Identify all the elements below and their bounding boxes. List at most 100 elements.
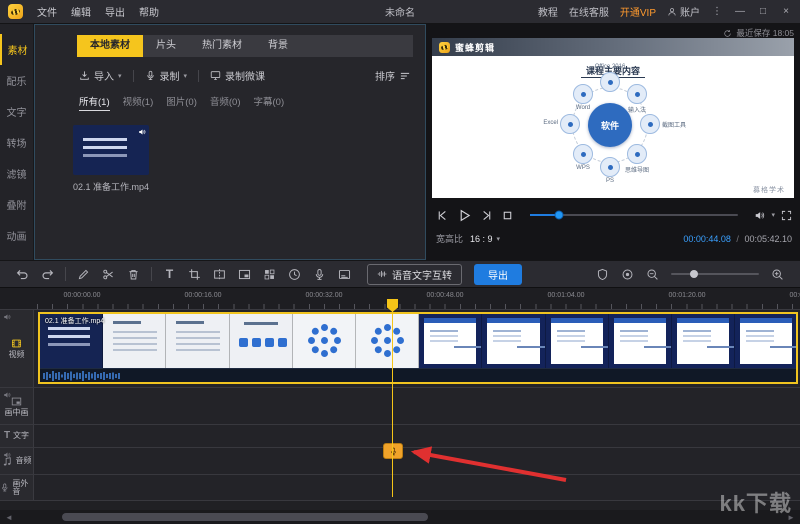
sidebar-item-text[interactable]: 文字 [0, 96, 33, 127]
cut-button[interactable] [96, 263, 121, 285]
record-button[interactable]: 录制 ▾ [145, 68, 188, 83]
sidebar-item-music[interactable]: 配乐 [0, 65, 33, 96]
voice-text-label: 语音文字互转 [392, 267, 452, 282]
material-tabs: 本地素材 片头 热门素材 背景 [77, 35, 413, 57]
timeline-zoom-slider[interactable] [671, 273, 759, 275]
filter-video[interactable]: 视频(1) [123, 94, 154, 111]
menu-edit[interactable]: 编辑 [71, 4, 91, 19]
mosaic-button[interactable] [257, 263, 282, 285]
track-text-header[interactable]: T文字 [0, 425, 34, 447]
zoom-slider-knob[interactable] [690, 270, 698, 278]
subtitle-button[interactable] [332, 263, 357, 285]
sidebar-item-material[interactable]: 素材 [0, 34, 33, 65]
zoom-in-button[interactable] [765, 263, 790, 285]
sidebar-item-filter[interactable]: 滤镜 [0, 158, 33, 189]
previous-frame-button[interactable] [436, 209, 449, 222]
scrollbar-track[interactable] [14, 513, 786, 521]
zoom-out-button[interactable] [640, 263, 665, 285]
record-course-button[interactable]: 录制微课 [210, 68, 265, 83]
track-audio-header[interactable]: 音频 [0, 448, 34, 474]
duration-button[interactable] [282, 263, 307, 285]
maximize-button[interactable]: □ [757, 6, 769, 17]
chevron-down-icon: ▾ [184, 72, 188, 80]
playhead-line[interactable] [392, 301, 393, 497]
track-pip-header[interactable]: 画中画 [0, 388, 34, 424]
sidebar-item-animation[interactable]: 动画 [0, 220, 33, 251]
filter-image[interactable]: 图片(0) [166, 94, 197, 111]
filmstrip-frame [356, 314, 419, 368]
snap-button[interactable] [615, 263, 640, 285]
stop-button[interactable] [501, 209, 514, 222]
video-clip-selected[interactable]: 02.1 准备工作.mp4 [38, 312, 798, 384]
chevron-down-icon[interactable]: ▾ [497, 235, 501, 243]
tab-background[interactable]: 背景 [255, 35, 301, 57]
menu-file[interactable]: 文件 [37, 4, 57, 19]
aspect-ratio-value[interactable]: 16 : 9 [470, 234, 493, 244]
track-text-lane[interactable] [34, 425, 800, 447]
export-button[interactable]: 导出 [474, 264, 522, 285]
filter-subtitle[interactable]: 字幕(0) [254, 94, 285, 111]
track-video-header[interactable]: 视频 [0, 310, 34, 387]
timeline-horizontal-scrollbar[interactable]: ◄ ► [0, 510, 800, 524]
track-video-lane[interactable]: 02.1 准备工作.mp4 [34, 310, 800, 387]
diagram-node: 输入法 [627, 84, 647, 104]
media-item-card[interactable]: 02.1 准备工作.mp4 [61, 125, 161, 193]
volume-icon[interactable] [754, 210, 765, 221]
close-button[interactable]: × [780, 6, 792, 17]
video-preview-stage[interactable]: 蜜蜂剪辑 课程主要内容 Office 2016 输入法 截图工具 思维导图 PS… [432, 38, 794, 198]
track-pip-lane[interactable] [34, 388, 800, 424]
filter-all[interactable]: 所有(1) [79, 94, 110, 111]
seek-slider-knob[interactable] [555, 211, 564, 220]
timeline: 00:00:00.00 00:00:16.00 00:00:32.00 00:0… [0, 288, 800, 510]
play-button[interactable] [457, 208, 472, 223]
media-item-thumbnail[interactable] [73, 125, 149, 175]
crop-button[interactable] [182, 263, 207, 285]
tab-hot-material[interactable]: 热门素材 [189, 35, 255, 57]
microphone-icon [313, 268, 326, 281]
delete-button[interactable] [121, 263, 146, 285]
track-voiceover-header[interactable]: 画外音 [0, 475, 34, 500]
menu-help[interactable]: 帮助 [139, 4, 159, 19]
speaker-icon[interactable] [3, 391, 11, 399]
split-button[interactable] [207, 263, 232, 285]
speaker-icon[interactable] [3, 313, 11, 321]
more-menu-button[interactable]: ⋮ [711, 6, 723, 17]
filter-audio[interactable]: 音频(0) [210, 94, 241, 111]
scroll-left-arrow[interactable]: ◄ [4, 513, 14, 522]
text-clip-marker[interactable] [383, 443, 403, 459]
track-voiceover-lane[interactable] [34, 475, 800, 500]
preview-info-bar: 宽高比 16 : 9 ▾ 00:00:44.08 / 00:05:42.10 [436, 232, 792, 245]
voiceover-button[interactable] [307, 263, 332, 285]
beecut-app-window: 文件 编辑 导出 帮助 未命名 教程 在线客服 开通VIP 账户 ⋮ — □ ×… [0, 0, 800, 524]
timeline-ruler[interactable]: 00:00:00.00 00:00:16.00 00:00:32.00 00:0… [0, 288, 800, 310]
chevron-down-icon[interactable]: ▾ [771, 211, 775, 219]
track-audio-lane[interactable] [34, 448, 800, 474]
tab-local-material[interactable]: 本地素材 [77, 35, 143, 57]
sort-button[interactable]: 排序 [375, 68, 411, 83]
edit-button[interactable] [71, 263, 96, 285]
minimize-button[interactable]: — [734, 6, 746, 17]
material-actions: 导入 ▾ 录制 ▾ 录制微课 排序 [79, 68, 411, 83]
add-text-button[interactable]: T [157, 263, 182, 285]
menu-export[interactable]: 导出 [105, 4, 125, 19]
fullscreen-icon[interactable] [781, 210, 792, 221]
seek-slider[interactable] [530, 214, 738, 216]
tutorial-link[interactable]: 教程 [538, 4, 558, 19]
vip-upgrade-link[interactable]: 开通VIP [620, 4, 656, 19]
mark-button[interactable] [590, 263, 615, 285]
scrollbar-thumb[interactable] [62, 513, 428, 521]
import-button[interactable]: 导入 ▾ [79, 68, 122, 83]
material-panel: 本地素材 片头 热门素材 背景 导入 ▾ 录制 ▾ 录制微课 排序 [34, 24, 426, 260]
online-support-link[interactable]: 在线客服 [569, 4, 609, 19]
speaker-icon[interactable] [3, 451, 11, 459]
sidebar-item-overlay[interactable]: 叠附 [0, 189, 33, 220]
next-frame-button[interactable] [480, 209, 493, 222]
waveform-icon [377, 269, 387, 279]
tab-intro[interactable]: 片头 [143, 35, 189, 57]
pip-button[interactable] [232, 263, 257, 285]
undo-button[interactable] [10, 263, 35, 285]
redo-button[interactable] [35, 263, 60, 285]
sidebar-item-transition[interactable]: 转场 [0, 127, 33, 158]
account-button[interactable]: 账户 [667, 4, 700, 19]
voice-text-convert-button[interactable]: 语音文字互转 [367, 264, 462, 285]
